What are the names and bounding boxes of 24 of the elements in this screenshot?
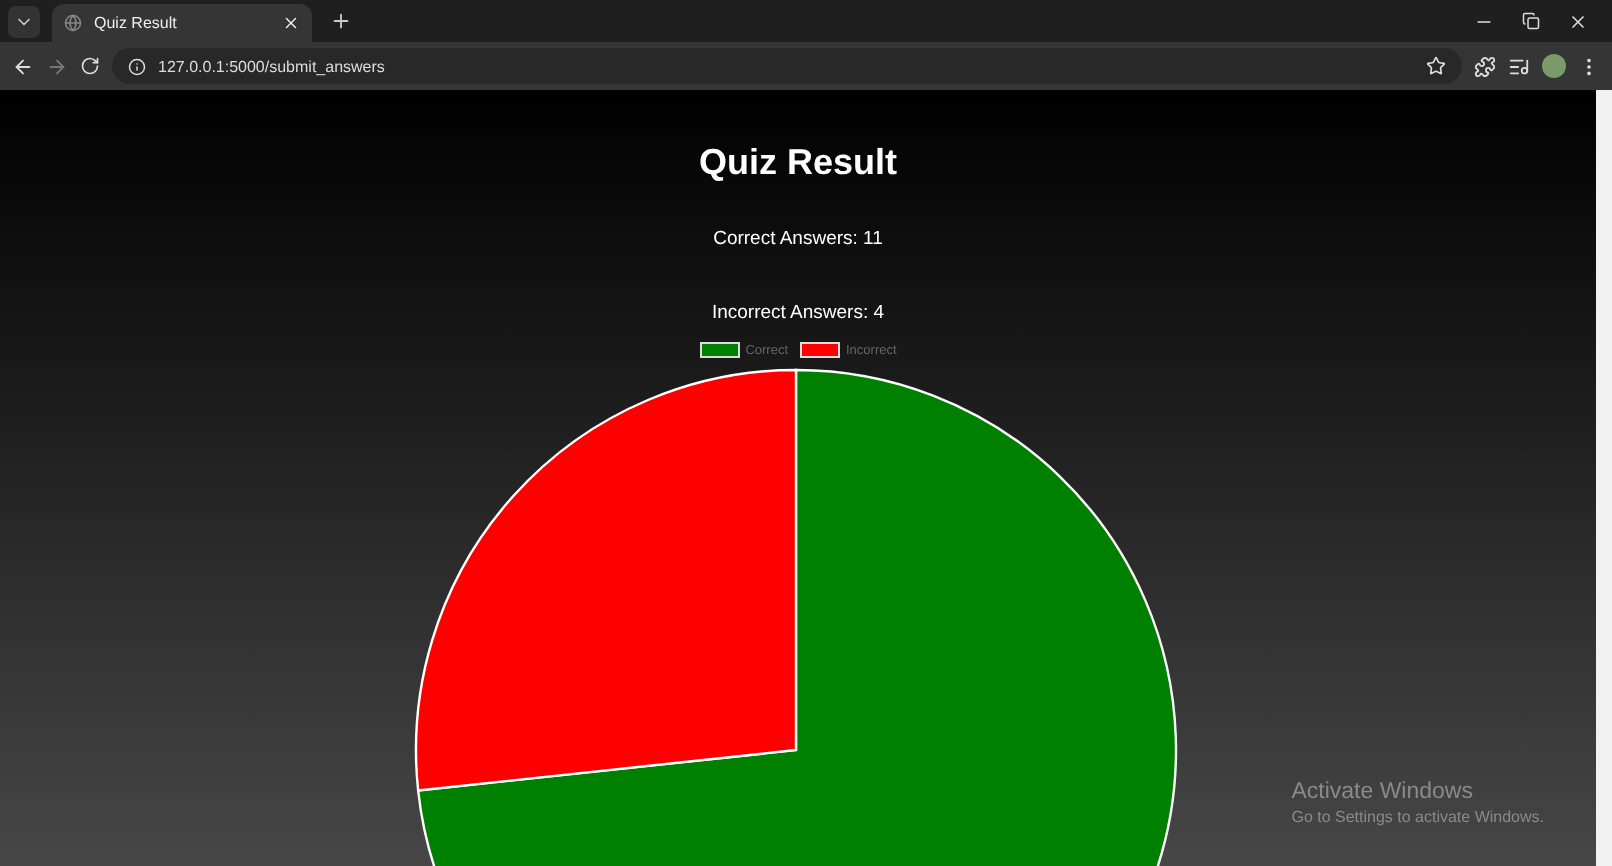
close-tab-icon[interactable] (282, 14, 300, 32)
activation-title: Activate Windows (1291, 780, 1475, 804)
reload-icon[interactable] (80, 56, 100, 76)
back-icon[interactable] (12, 55, 34, 77)
page-title: Quiz Result (698, 142, 897, 184)
globe-icon (64, 14, 82, 32)
info-icon[interactable] (128, 57, 146, 75)
result-text: Correct Answers: 11 (713, 228, 883, 250)
scrollbar[interactable] (1596, 90, 1612, 866)
activation-text: Go to Settings to activate Windows. (1291, 808, 1544, 826)
restore-icon[interactable] (1522, 11, 1540, 29)
tab-title: Quiz Result (94, 14, 179, 32)
legend-swatch (699, 342, 740, 358)
extensions-icon[interactable] (1474, 55, 1496, 77)
media-icon[interactable] (1508, 55, 1530, 77)
forward-icon[interactable] (46, 55, 68, 77)
legend-swatch (800, 342, 840, 358)
browser-tab[interactable]: Quiz Result (52, 4, 312, 42)
close-icon[interactable] (1568, 11, 1588, 31)
address-bar[interactable]: 127.0.0.1:5000/submit_answers (112, 48, 1462, 84)
plus-icon[interactable] (329, 10, 351, 32)
bookmark-star-icon[interactable] (1426, 56, 1446, 76)
profile-avatar[interactable] (1542, 54, 1566, 78)
result-text: Incorrect Answers: 4 (711, 302, 885, 324)
